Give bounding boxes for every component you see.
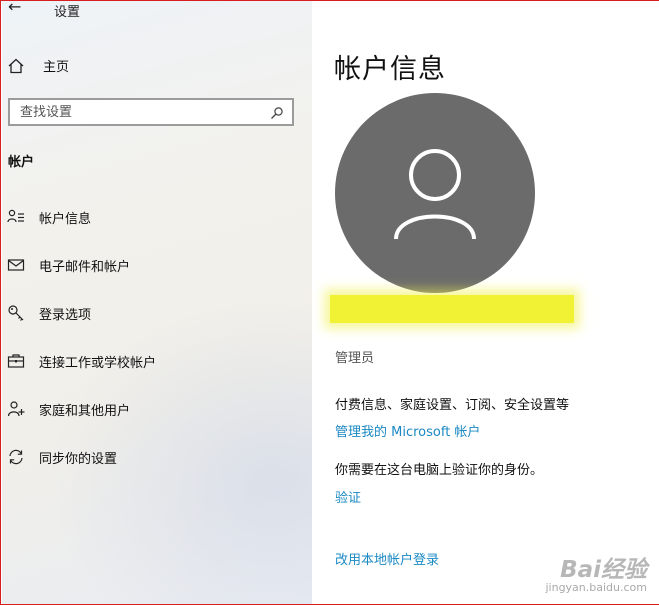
search-box[interactable]	[8, 98, 294, 126]
sidebar-item-label: 连接工作或学校帐户	[39, 355, 157, 371]
mail-icon	[7, 256, 25, 274]
sidebar-item-label: 登录选项	[39, 307, 92, 323]
sidebar-item-family-users[interactable]: 家庭和其他用户	[7, 397, 130, 421]
sync-icon	[7, 448, 25, 466]
watermark-url: jingyan.baidu.com	[545, 581, 647, 594]
app-title: 设置	[54, 5, 81, 20]
briefcase-icon	[7, 352, 25, 370]
back-arrow-icon[interactable]: ←	[8, 0, 21, 16]
avatar[interactable]	[335, 93, 535, 293]
window-frame: ← 设置 主页 帐户 帐户信息 电子邮件和帐户	[0, 0, 659, 605]
key-icon	[7, 304, 25, 322]
verify-link[interactable]: 验证	[335, 487, 361, 506]
sidebar: ← 设置 主页 帐户 帐户信息 电子邮件和帐户	[2, 0, 312, 604]
redacted-username	[330, 295, 574, 323]
account-role: 管理员	[335, 351, 375, 366]
add-person-icon	[7, 400, 25, 418]
page-title: 帐户信息	[334, 54, 446, 85]
switch-local-account-link[interactable]: 改用本地帐户登录	[335, 549, 439, 568]
verify-prompt: 你需要在这台电脑上验证你的身份。	[335, 463, 544, 478]
sidebar-item-label: 电子邮件和帐户	[39, 259, 131, 275]
account-info-icon	[7, 208, 25, 226]
sidebar-item-email-accounts[interactable]: 电子邮件和帐户	[7, 253, 130, 277]
user-silhouette-icon	[394, 149, 476, 240]
watermark-brand: Bai经验	[560, 557, 647, 583]
billing-info-text: 付费信息、家庭设置、订阅、安全设置等	[335, 398, 570, 413]
sidebar-item-label: 同步你的设置	[39, 451, 118, 467]
sidebar-item-account-info[interactable]: 帐户信息	[7, 205, 91, 229]
main-content: 帐户信息 管理员 付费信息、家庭设置、订阅、安全设置等 管理我的 Microso…	[312, 1, 659, 604]
sidebar-item-signin-options[interactable]: 登录选项	[7, 301, 91, 325]
home-nav[interactable]: 主页	[7, 56, 69, 75]
watermark: Bai经验 jingyan.baidu.com	[545, 550, 647, 594]
sidebar-item-sync[interactable]: 同步你的设置	[7, 445, 117, 469]
search-input[interactable]	[20, 104, 270, 120]
home-label: 主页	[43, 60, 70, 75]
sidebar-item-label: 家庭和其他用户	[39, 403, 131, 419]
search-icon[interactable]	[270, 105, 284, 119]
sidebar-item-label: 帐户信息	[39, 211, 92, 227]
sidebar-item-work-school[interactable]: 连接工作或学校帐户	[7, 349, 156, 373]
home-icon	[7, 57, 25, 75]
section-title: 帐户	[8, 155, 35, 170]
manage-microsoft-account-link[interactable]: 管理我的 Microsoft 帐户	[335, 421, 480, 440]
